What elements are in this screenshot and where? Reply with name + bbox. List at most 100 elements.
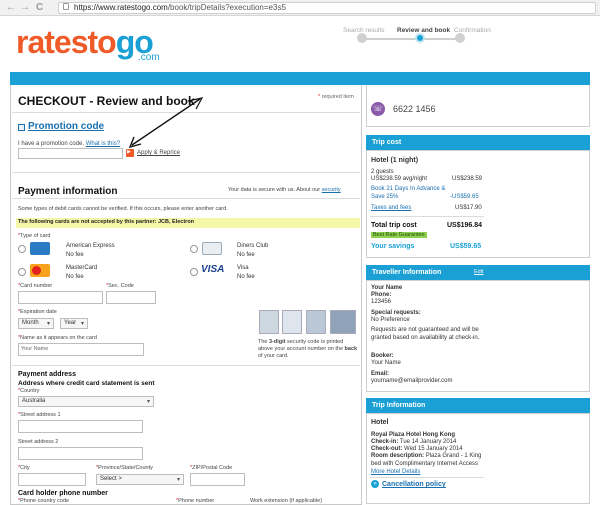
total-amount: US$196.84 — [447, 222, 483, 229]
cancellation-policy-link[interactable]: Cancellation policy — [382, 481, 446, 488]
amex-fee: No fee — [66, 252, 84, 258]
phone-section-title: Card holder phone number — [18, 490, 108, 497]
hotel-name: Royal Plaza Hotel Hong Kong — [371, 432, 456, 438]
step-line — [362, 38, 462, 40]
payment-address-subtitle: Address where credit card statement is s… — [18, 380, 155, 387]
divider — [12, 198, 360, 199]
amex-radio[interactable] — [18, 245, 26, 253]
trip-info-header: Trip Information — [366, 398, 590, 413]
step-confirmation: Confirmation — [454, 27, 491, 34]
trip-cost-header: Trip cost — [366, 135, 590, 150]
checkout: Check-out: Wed 15 January 2014 — [371, 446, 463, 452]
divider — [370, 477, 484, 478]
promo-expand-icon[interactable] — [18, 124, 25, 131]
card-number-label: *Card number — [18, 283, 53, 289]
email-label: Email: — [371, 371, 390, 377]
diners-fee: No fee — [237, 252, 255, 258]
mastercard-radio[interactable] — [18, 268, 26, 276]
mastercard-name: MasterCard — [66, 265, 98, 271]
what-is-this-link[interactable]: What is this? — [86, 141, 120, 147]
forward-icon[interactable]: → — [20, 2, 30, 13]
url-text: https://www.ratestogo.com/book/tripDetai… — [74, 3, 286, 12]
work-extension-label: Work extension (if applicable) — [250, 498, 323, 504]
promotion-code-toggle[interactable]: Promotion code — [28, 121, 104, 132]
logo-com: .com — [138, 52, 160, 63]
more-hotel-details-link[interactable]: More Hotel Details — [371, 469, 420, 475]
expiration-label: *Expiration date — [18, 309, 57, 315]
security-code-card-icon — [306, 310, 326, 334]
card-name-label: *Name as it appears on the card — [18, 335, 97, 341]
info-icon: » — [371, 480, 379, 488]
card-type-label: *Type of card — [18, 233, 51, 239]
sec-code-label: *Sec. Code — [106, 283, 134, 289]
total-label: Total trip cost — [371, 222, 417, 229]
apply-reprice-link[interactable]: Apply & Reprice — [137, 150, 180, 156]
country-label: *Country — [18, 388, 40, 394]
savings-label: Your savings — [371, 243, 415, 250]
card-name-placeholder: Your Name — [21, 346, 49, 352]
email-value: yourname@emailprovider.com — [371, 378, 453, 384]
apply-icon[interactable] — [126, 149, 134, 157]
step-dot-search — [357, 33, 367, 43]
street1-input[interactable] — [18, 420, 143, 433]
checkin: Check-in: Tue 14 January 2014 — [371, 439, 457, 445]
special-requests-value: No Preference — [371, 317, 410, 323]
expiration-year-select[interactable]: Year — [60, 318, 88, 329]
step-dot-review — [415, 33, 425, 43]
expiration-month-select[interactable]: Month — [18, 318, 54, 329]
payment-info-title: Payment information — [18, 186, 118, 197]
amex-name: American Express — [66, 243, 115, 249]
logo[interactable]: ratestogo — [16, 24, 154, 61]
zip-input[interactable] — [190, 473, 245, 486]
city-label: *City — [18, 465, 30, 471]
visa-name: Visa — [237, 265, 249, 271]
step-search-results: Search results — [343, 27, 385, 34]
trip-cost-box — [366, 150, 590, 258]
taxes-amount: US$17.90 — [455, 205, 482, 211]
promo-discount-amount: -US$59.65 — [450, 194, 479, 200]
payment-address-title: Payment address — [18, 371, 76, 378]
city-input[interactable] — [18, 473, 86, 486]
visa-radio[interactable] — [190, 268, 198, 276]
best-rate-badge[interactable]: Best Rate Guarantee — [371, 232, 427, 238]
country-select[interactable]: Australia — [18, 396, 154, 407]
booker-label: Booker: — [371, 353, 394, 359]
traveller-phone-label: Phone: — [371, 292, 392, 298]
reload-icon[interactable]: C — [36, 2, 43, 13]
avg-total: US$238.59 — [452, 176, 483, 182]
security-code-note: The 3-digit security code is printed abo… — [258, 339, 358, 359]
traveller-edit-link[interactable]: Edit — [474, 269, 483, 275]
card-number-input[interactable] — [18, 291, 103, 304]
diners-radio[interactable] — [190, 245, 198, 253]
savings-amount: US$59.65 — [450, 243, 482, 250]
booker-value: Your Name — [371, 360, 401, 366]
security-link[interactable]: security — [322, 187, 341, 193]
hotel-nights: Hotel (1 night) — [371, 157, 419, 164]
avg-rate: US$238.59 avg/night — [371, 176, 428, 182]
visa-logo-icon: VISA — [201, 264, 225, 275]
security-code-card-icon — [282, 310, 302, 334]
requests-notice: Requests are not guaranteed and will be … — [371, 327, 480, 341]
required-note: * required item — [318, 94, 354, 100]
step-review-and-book: Review and book — [397, 27, 451, 34]
promo-code-input[interactable] — [18, 148, 123, 159]
country-code-label: *Phone country code — [18, 498, 70, 504]
room-description: Room description: Plaza Grand - 1 King b… — [371, 453, 482, 467]
taxes-fees-link[interactable]: Taxes and fees — [371, 205, 411, 211]
amex-logo-icon — [30, 242, 50, 255]
security-code-card-icon — [259, 310, 279, 334]
phone-number-label: *Phone number — [176, 498, 215, 504]
back-icon[interactable]: ← — [6, 2, 16, 13]
promo-prompt: I have a promotion code. What is this? — [18, 141, 121, 147]
annotation-arrow-icon — [128, 97, 204, 149]
secure-note: Your data is secure with us. About our s… — [228, 187, 341, 193]
street2-input[interactable] — [18, 447, 143, 460]
sec-code-input[interactable] — [106, 291, 156, 304]
debit-note: Some types of debit cards cannot be veri… — [18, 206, 228, 212]
divider — [12, 172, 360, 173]
street2-label: Street address 2 — [18, 439, 59, 445]
security-code-card-icon — [330, 310, 356, 334]
province-select[interactable]: Select > — [96, 474, 184, 485]
trip-hotel-label: Hotel — [371, 419, 389, 426]
street1-label: *Street address 1 — [18, 412, 61, 418]
